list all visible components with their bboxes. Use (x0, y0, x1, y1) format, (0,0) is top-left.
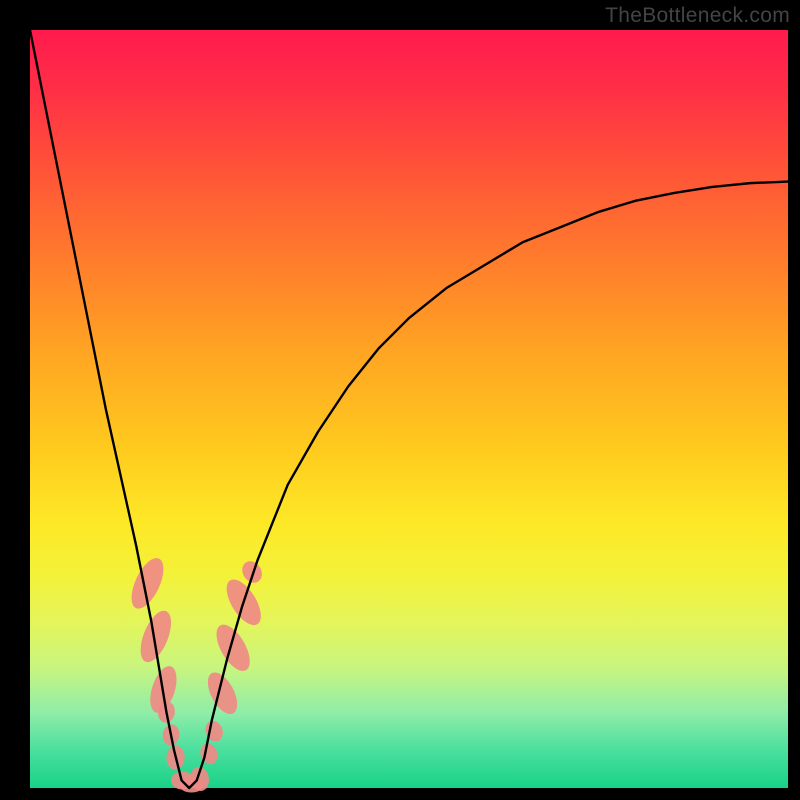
curve-layer (30, 30, 788, 788)
watermark-text: TheBottleneck.com (605, 4, 790, 28)
curve-marker (202, 718, 225, 744)
chart-frame: TheBottleneck.com (0, 0, 800, 800)
curve-marker (197, 741, 220, 767)
curve-marker (134, 607, 177, 667)
curve-marker (210, 619, 257, 676)
curve-marker (238, 558, 265, 587)
curve-marker-group (125, 553, 268, 792)
plot-area (30, 30, 788, 788)
bottleneck-curve (30, 30, 788, 788)
